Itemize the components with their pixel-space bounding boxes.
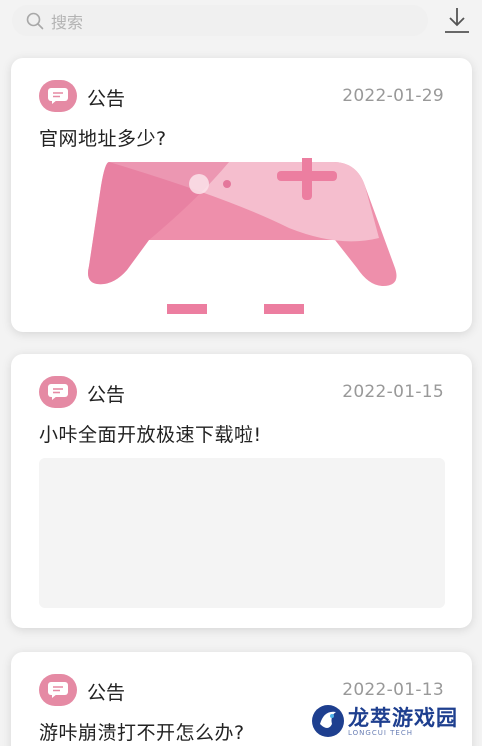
tag-label: 公告 <box>87 682 126 704</box>
post-date: 2022-01-15 <box>342 382 444 402</box>
image-placeholder <box>39 458 445 608</box>
download-icon[interactable] <box>442 5 472 35</box>
watermark-name: 龙萃游戏园 <box>348 706 458 730</box>
announcement-page: 搜索 公告 2022-01-29 官网地址多少? 公告 2022-01-15 小… <box>0 0 482 746</box>
message-icon <box>39 376 77 408</box>
watermark-emblem-icon <box>312 705 344 737</box>
post-date: 2022-01-13 <box>342 680 444 700</box>
search-icon <box>26 12 44 29</box>
watermark-logo: 龙萃游戏园 LONGCUI TECH <box>308 698 478 742</box>
card-header: 公告 2022-01-29 <box>39 80 444 112</box>
card-header: 公告 2022-01-15 <box>39 376 444 408</box>
announcement-card[interactable]: 公告 2022-01-29 官网地址多少? <box>11 58 472 332</box>
tag-label: 公告 <box>87 88 126 110</box>
message-icon <box>39 80 77 112</box>
post-title: 小咔全面开放极速下载啦! <box>39 424 262 446</box>
post-title: 游咔崩溃打不开怎么办? <box>39 722 245 744</box>
gamepad-banner-image <box>39 152 445 332</box>
tag-label: 公告 <box>87 384 126 406</box>
watermark-subtitle: LONGCUI TECH <box>348 729 413 737</box>
message-icon <box>39 674 77 706</box>
top-bar: 搜索 <box>0 0 482 44</box>
search-input[interactable]: 搜索 <box>12 5 428 36</box>
search-placeholder: 搜索 <box>51 12 84 32</box>
announcement-card[interactable]: 公告 2022-01-15 小咔全面开放极速下载啦! <box>11 354 472 628</box>
post-title: 官网地址多少? <box>39 128 167 150</box>
post-date: 2022-01-29 <box>342 86 444 106</box>
